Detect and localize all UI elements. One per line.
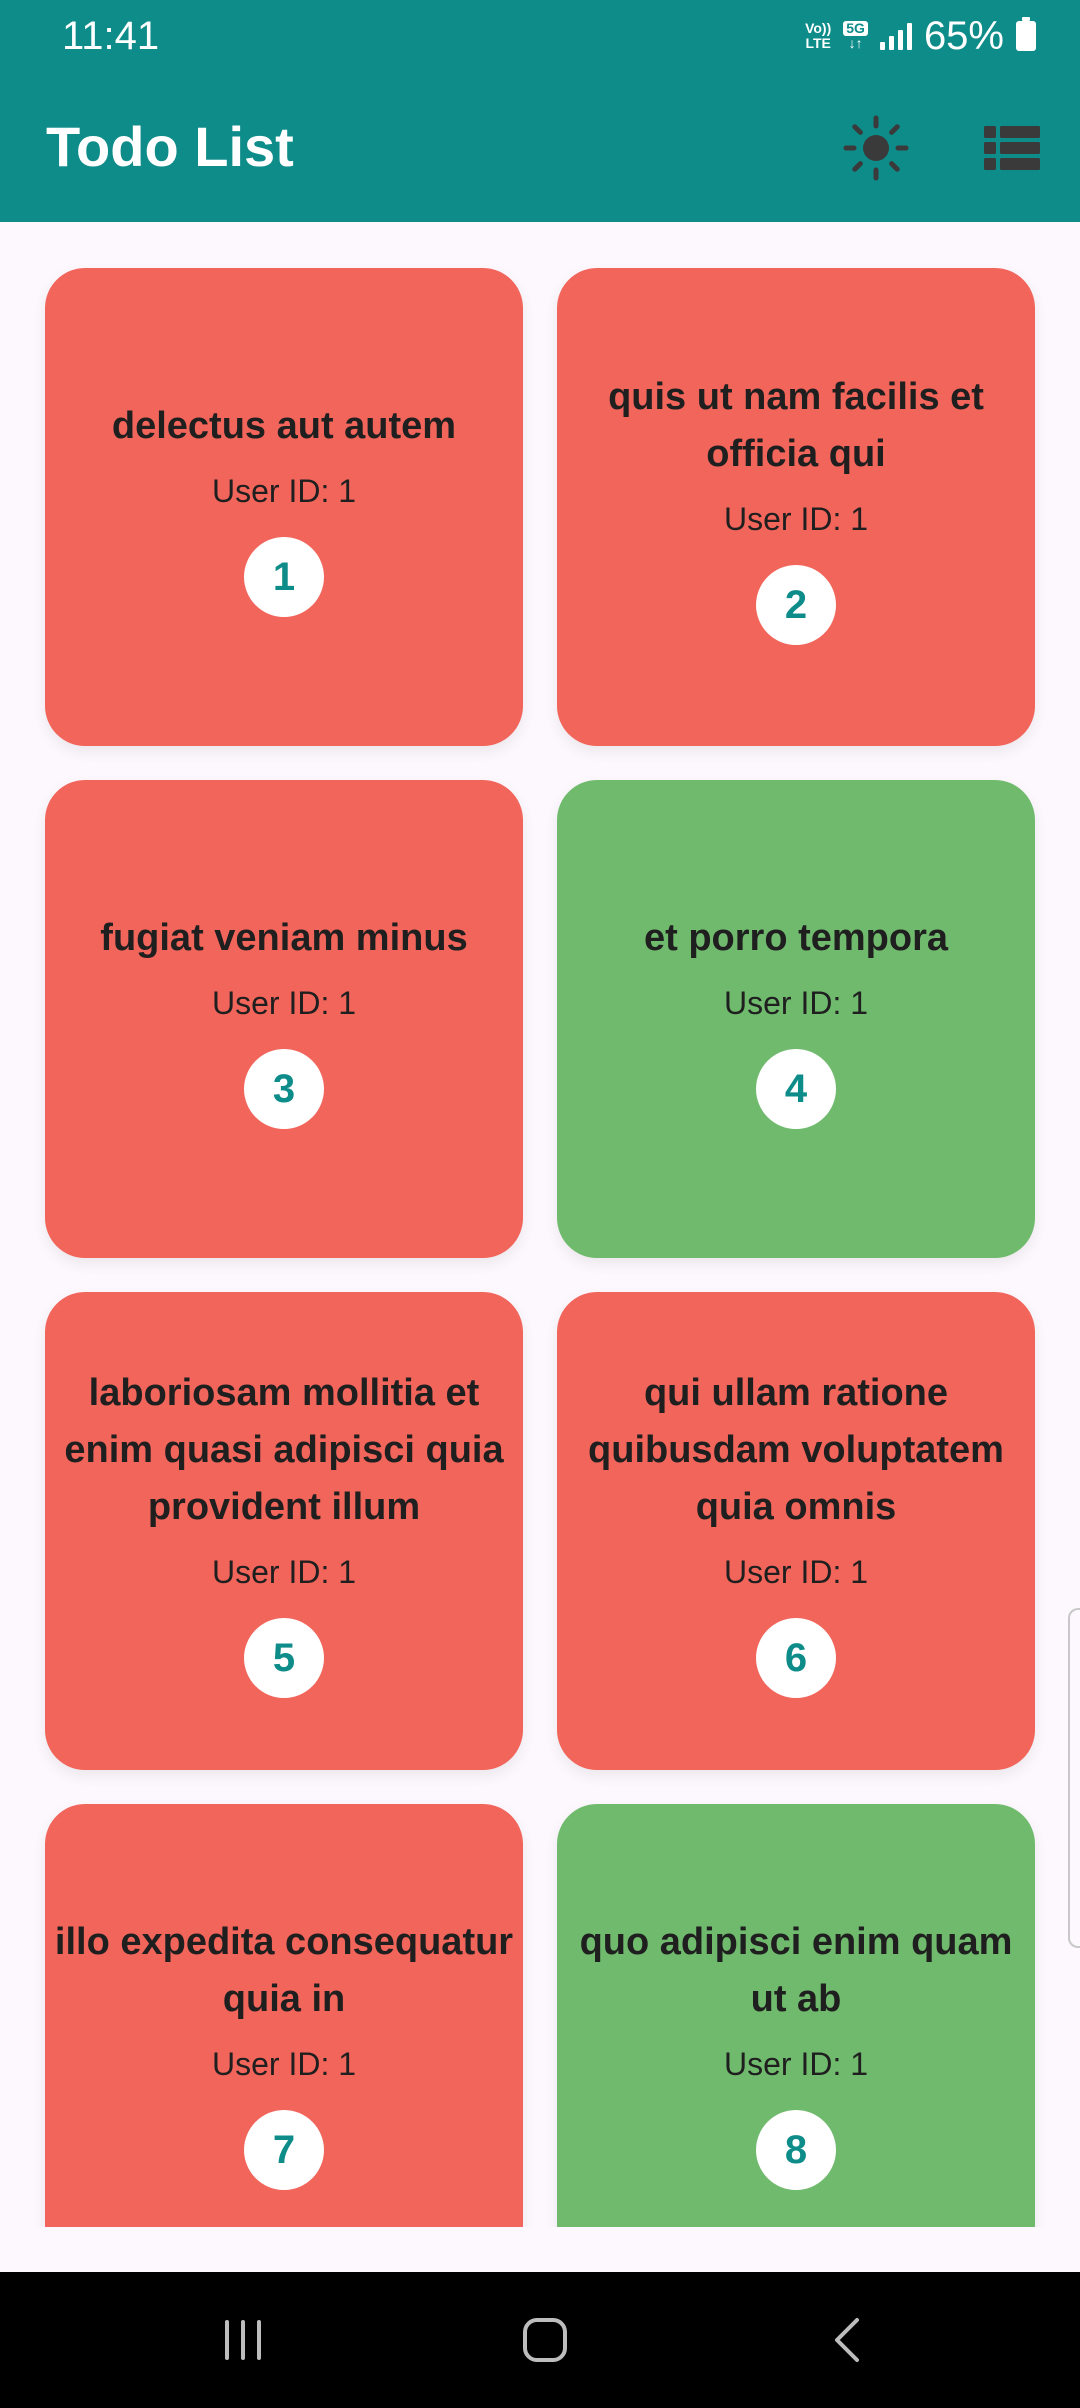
battery-percentage: 65% (923, 14, 1004, 58)
status-time: 11:41 (62, 14, 160, 58)
todo-id-badge: 2 (756, 565, 836, 645)
scroll-handle[interactable] (1068, 1608, 1080, 1948)
todo-title: illo expedita consequatur quia in (54, 1921, 514, 2020)
todo-user-id: User ID: 1 (723, 501, 869, 537)
todo-id-badge: 6 (756, 1617, 836, 1698)
recents-icon (225, 2320, 261, 2360)
system-navigation-bar (0, 2272, 1080, 2408)
todo-user-id: User ID: 1 (723, 1553, 869, 1590)
sun-icon (843, 115, 909, 181)
todo-card[interactable]: qui ullam ratione quibusdam voluptatem q… (557, 1292, 1035, 1770)
todo-title: quo adipisci enim quam ut ab (579, 1921, 1013, 2020)
todo-grid: delectus aut autem User ID: 1 1 quis ut … (0, 222, 1080, 2227)
todo-user-id: User ID: 1 (723, 984, 869, 1021)
todo-id-badge: 7 (244, 2110, 324, 2190)
todo-id-badge: 3 (244, 1048, 324, 1129)
todo-id-badge: 4 (756, 1048, 836, 1129)
todo-user-id: User ID: 1 (211, 472, 357, 509)
battery-icon (1016, 17, 1036, 51)
status-bar: 11:41 Vo)) LTE 5G ↓↑ 65% (0, 0, 1080, 72)
todo-title: laboriosam mollitia et enim quasi adipis… (64, 1371, 504, 1528)
home-button[interactable] (485, 2300, 605, 2380)
todo-card[interactable]: quo adipisci enim quam ut ab User ID: 1 … (557, 1804, 1035, 2227)
todo-user-id: User ID: 1 (211, 1553, 357, 1590)
todo-title: delectus aut autem (111, 404, 457, 447)
todo-id-badge: 8 (756, 2110, 836, 2190)
todo-card[interactable]: et porro tempora User ID: 1 4 (557, 780, 1035, 1258)
app-bar: Todo List (0, 72, 1080, 222)
todo-id-badge: 1 (244, 536, 324, 617)
volte-icon: Vo)) LTE (805, 20, 832, 51)
todo-title: et porro tempora (643, 916, 949, 959)
recents-button[interactable] (183, 2300, 303, 2380)
page-title: Todo List (46, 115, 294, 178)
home-icon (523, 2318, 567, 2362)
todo-user-id: User ID: 1 (211, 984, 357, 1021)
todo-card[interactable]: quis ut nam facilis et officia qui User … (557, 268, 1035, 746)
theme-toggle-button[interactable] (836, 108, 916, 188)
view-toggle-button[interactable] (972, 108, 1052, 188)
network-5g-icon: 5G ↓↑ (843, 21, 868, 51)
todo-title: fugiat veniam minus (100, 916, 468, 959)
todo-card[interactable]: delectus aut autem User ID: 1 1 (45, 268, 523, 746)
signal-strength-icon (879, 22, 912, 50)
todo-id-badge: 5 (244, 1617, 324, 1698)
back-button[interactable] (787, 2300, 907, 2380)
todo-title: qui ullam ratione quibusdam voluptatem q… (588, 1371, 1004, 1528)
todo-card[interactable]: fugiat veniam minus User ID: 1 3 (45, 780, 523, 1258)
todo-card[interactable]: illo expedita consequatur quia in User I… (45, 1804, 523, 2227)
back-icon (835, 2318, 859, 2362)
status-indicators: Vo)) LTE 5G ↓↑ 65% (805, 10, 1036, 62)
todo-user-id: User ID: 1 (211, 2046, 357, 2082)
todo-title: quis ut nam facilis et officia qui (608, 376, 984, 475)
todo-user-id: User ID: 1 (723, 2046, 869, 2082)
list-view-icon (984, 126, 1040, 170)
todo-card[interactable]: laboriosam mollitia et enim quasi adipis… (45, 1292, 523, 1770)
